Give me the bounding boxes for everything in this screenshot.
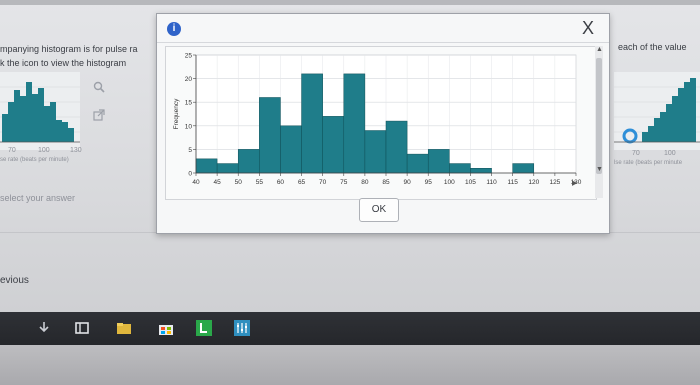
taskbar [0,312,700,345]
x-tick-label: 105 [465,179,476,186]
histogram-bar [364,130,387,174]
x-tick-label: 75 [340,179,348,186]
right-histogram-thumbnail[interactable] [614,72,700,150]
file-explorer-icon[interactable] [116,320,132,336]
zoom-icon[interactable] [93,80,105,93]
histogram-bar [406,153,429,174]
right-tick-70: 70 [632,150,640,157]
x-tick-label: 65 [298,179,306,186]
question-text-line2: k the icon to view the histogram [0,58,127,68]
left-axis-label: se rate (beats per minute) [0,157,69,163]
x-tick-label: 120 [528,179,539,186]
x-tick-label: 55 [256,179,264,186]
y-tick-label: 20 [185,76,193,83]
x-tick-label: 95 [425,179,433,186]
histogram-bar [512,163,535,174]
histogram-bar [216,163,239,174]
histogram-bar [449,163,471,174]
close-button[interactable]: X [580,19,596,37]
x-tick-label: 125 [549,179,560,186]
y-tick-label: 5 [188,147,192,154]
scroll-up-arrow[interactable]: ▲ [596,46,603,53]
question-text-line1: mpanying histogram is for pulse ra [0,44,138,54]
scrollbar-thumb[interactable] [596,58,602,174]
y-tick-label: 0 [188,171,192,178]
x-tick-label: 80 [361,179,369,186]
scroll-down-arrow[interactable]: ▼ [596,166,603,173]
histogram-bar [195,158,218,174]
question-text-right: each of the value [618,42,687,52]
left-tick-100: 100 [38,147,50,154]
dialog-header-divider [157,42,609,43]
x-tick-label: 110 [486,179,497,186]
x-tick-label: 100 [444,179,455,186]
x-tick-label: 85 [382,179,390,186]
x-tick-label: 45 [213,179,221,186]
y-tick-label: 25 [185,53,193,60]
l-app-icon[interactable] [196,320,212,336]
histogram-bar [280,125,302,174]
store-icon[interactable] [158,320,174,336]
histogram-bar [237,149,260,174]
select-answer-text[interactable]: select your answer [0,193,75,203]
left-tick-130: 130 [70,147,82,154]
y-tick-label: 15 [185,100,193,107]
scroll-right-arrow[interactable]: ▶ [572,179,577,187]
histogram-dialog: i X 0 5 10 15 20 25 40 45 50 55 60 65 70 75 80 85 90 95 10… [156,13,610,234]
previous-button[interactable]: evious [0,275,29,286]
histogram-bar [385,120,408,174]
open-window-icon[interactable] [93,108,105,121]
left-tick-70: 70 [8,147,16,154]
histogram-bar [470,168,492,174]
right-axis-label: lse rate (beats per minute [614,160,683,166]
vertical-scrollbar[interactable] [595,46,603,198]
histogram-bar [427,149,450,174]
histogram-svg: 0 5 10 15 20 25 40 45 50 55 60 65 70 75 80 85 90 95 100 105… [173,53,582,187]
divider-line [0,232,156,233]
monitor-bezel [0,345,700,385]
info-icon: i [167,22,181,36]
histogram-chart: 0 5 10 15 20 25 40 45 50 55 60 65 70 75 80 85 90 95 100 105… [165,46,597,200]
x-tick-label: 40 [192,179,200,186]
y-axis-label: Frequency [173,98,180,129]
histogram-bar [301,73,323,174]
download-icon[interactable] [36,320,52,336]
left-histogram-thumbnail[interactable] [0,72,80,150]
histogram-bar [343,73,366,174]
histogram-bar [322,116,345,174]
right-tick-100: 100 [664,150,676,157]
x-tick-label: 90 [403,179,411,186]
x-tick-label: 70 [319,179,327,186]
y-tick-label: 10 [185,123,193,130]
x-tick-label: 50 [235,179,243,186]
screen: mpanying histogram is for pulse ra k the… [0,0,700,312]
histogram-bar [259,97,281,174]
tools-app-icon[interactable] [234,320,250,336]
top-border [0,0,700,5]
ok-button[interactable]: OK [359,198,399,222]
x-tick-label: 60 [277,179,285,186]
x-tick-label: 115 [507,179,518,186]
divider-line-right [608,232,700,233]
task-view-icon[interactable] [74,320,90,336]
